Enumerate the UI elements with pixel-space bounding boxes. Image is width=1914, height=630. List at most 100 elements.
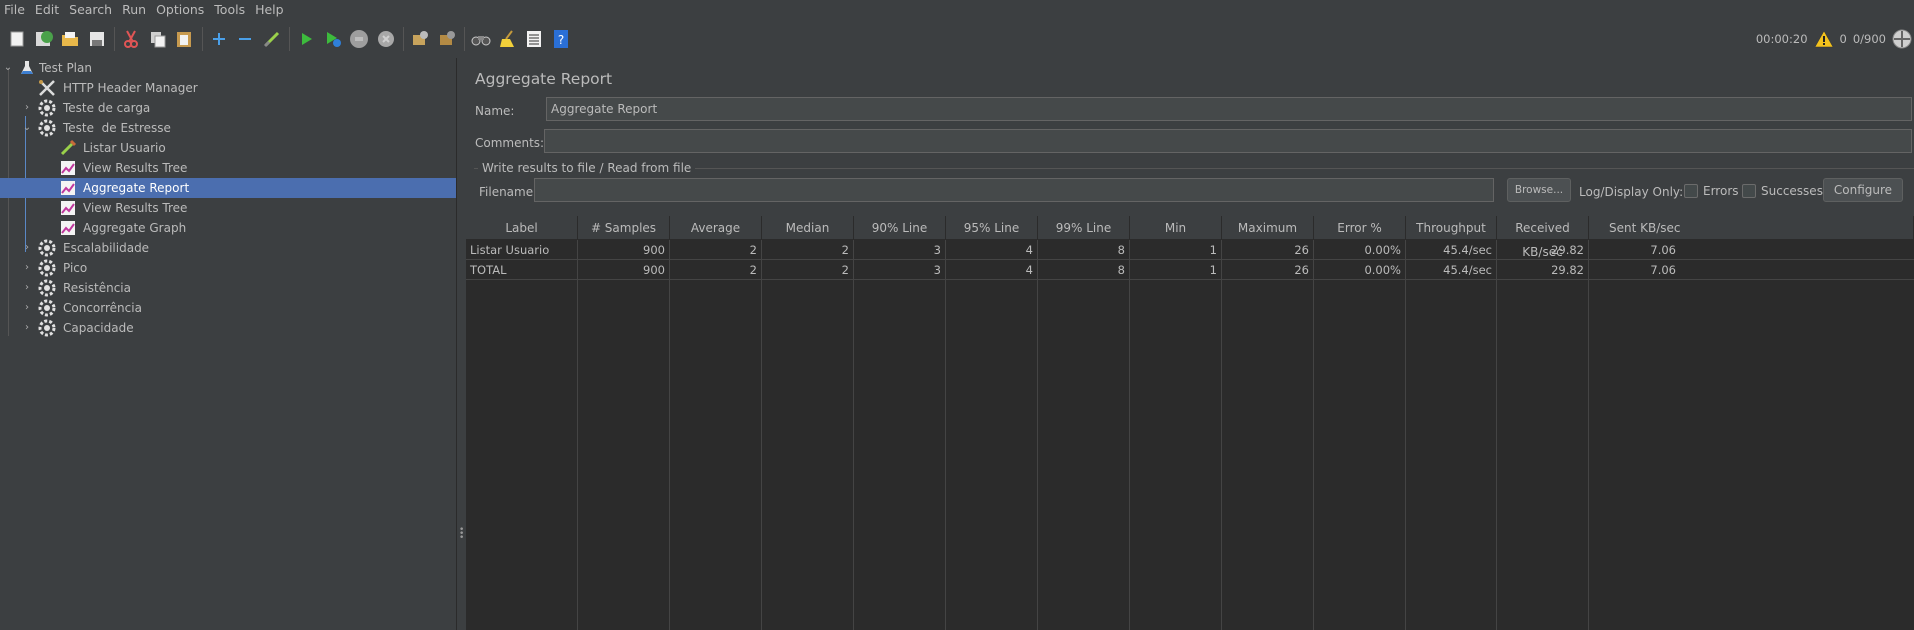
column-header-maximum[interactable]: Maximum <box>1222 216 1314 240</box>
column-header-sent[interactable]: Sent KB/sec <box>1589 216 1914 240</box>
templates-icon[interactable] <box>33 28 55 50</box>
toolbar-separator <box>114 27 115 51</box>
column-divider <box>853 240 854 630</box>
column-header-samples[interactable]: # Samples <box>578 216 670 240</box>
tree-item-capacidade[interactable]: › Capacidade <box>0 318 456 338</box>
gear-icon <box>38 279 56 297</box>
cell-90-line: 3 <box>933 263 941 277</box>
tree-item-pico[interactable]: › Pico <box>0 258 456 278</box>
cell-maximum: 26 <box>1294 243 1309 257</box>
start-icon[interactable] <box>295 28 317 50</box>
chevron-right-icon[interactable]: › <box>21 282 33 294</box>
tree-item-label: View Results Tree <box>83 161 188 175</box>
tree-item-label: Pico <box>63 261 88 275</box>
column-header-95-line[interactable]: 95% Line <box>946 216 1038 240</box>
column-header-90-line[interactable]: 90% Line <box>854 216 946 240</box>
tree-item-label: Escalabilidade <box>63 241 150 255</box>
file-group-title: Write results to file / Read from file <box>478 161 696 175</box>
tree-item-concorrencia[interactable]: › Concorrência <box>0 298 456 318</box>
name-field[interactable]: Aggregate Report <box>546 97 1912 121</box>
tree-item-http-header-manager[interactable]: HTTP Header Manager <box>0 78 456 98</box>
gear-icon <box>38 319 56 337</box>
tree-item-label: Concorrência <box>63 301 142 315</box>
new-icon[interactable] <box>6 28 28 50</box>
remote-start-icon[interactable] <box>409 28 431 50</box>
chevron-right-icon[interactable]: › <box>21 102 33 114</box>
cell-95-line: 4 <box>1025 243 1033 257</box>
chevron-right-icon[interactable]: › <box>21 262 33 274</box>
menu-edit[interactable]: Edit <box>30 0 64 20</box>
tree-item-label: Aggregate Graph <box>83 221 187 235</box>
filename-field[interactable] <box>534 178 1494 202</box>
menu-bar: File Edit Search Run Options Tools Help <box>0 0 1914 20</box>
successes-checkbox[interactable] <box>1742 184 1756 198</box>
clear-broom-icon[interactable] <box>497 28 519 50</box>
stop-icon[interactable] <box>348 28 370 50</box>
tree-item-resistencia[interactable]: › Resistência <box>0 278 456 298</box>
column-header-label[interactable]: Label <box>466 216 578 240</box>
copy-icon[interactable] <box>147 28 169 50</box>
menu-search[interactable]: Search <box>64 0 117 20</box>
function-helper-icon[interactable] <box>523 28 545 50</box>
cut-icon[interactable] <box>120 28 142 50</box>
help-icon[interactable]: ? <box>550 28 572 50</box>
tree-item-view-results-tree[interactable]: View Results Tree <box>0 158 456 178</box>
menu-options[interactable]: Options <box>151 0 209 20</box>
column-header-99-line[interactable]: 99% Line <box>1038 216 1130 240</box>
tree-item-label: Capacidade <box>63 321 134 335</box>
search-binoculars-icon[interactable] <box>470 28 492 50</box>
expand-all-icon[interactable] <box>208 28 230 50</box>
menu-help[interactable]: Help <box>250 0 289 20</box>
chevron-right-icon[interactable]: › <box>21 322 33 334</box>
tree-item-teste-de-estresse[interactable]: ⌄ Teste de Estresse <box>0 118 456 138</box>
tree-item-aggregate-graph[interactable]: Aggregate Graph <box>0 218 456 238</box>
tree-item-escalabilidade[interactable]: › Escalabilidade <box>0 238 456 258</box>
shutdown-icon[interactable] <box>375 28 397 50</box>
remote-globe-icon[interactable] <box>1892 29 1912 49</box>
column-header-throughput[interactable]: Throughput <box>1406 216 1497 240</box>
chevron-down-icon[interactable]: ⌄ <box>2 62 14 74</box>
column-divider <box>1313 240 1314 630</box>
comments-field[interactable] <box>544 129 1912 153</box>
tree-item-aggregate-report[interactable]: Aggregate Report <box>0 178 456 198</box>
paste-icon[interactable] <box>173 28 195 50</box>
graph-icon <box>59 179 77 197</box>
tree-item-listar-usuario[interactable]: Listar Usuario <box>0 138 456 158</box>
menu-file[interactable]: File <box>0 0 30 20</box>
tree-item-label: Resistência <box>63 281 131 295</box>
chevron-down-icon[interactable]: ⌄ <box>21 122 33 134</box>
menu-tools[interactable]: Tools <box>209 0 250 20</box>
column-header-min[interactable]: Min <box>1130 216 1222 240</box>
tree-item-label: HTTP Header Manager <box>63 81 198 95</box>
flask-icon <box>18 59 36 77</box>
column-header-received[interactable]: Received KB/sec <box>1497 216 1589 259</box>
save-icon[interactable] <box>86 28 108 50</box>
cell-average: 2 <box>749 243 757 257</box>
toggle-icon[interactable] <box>261 28 283 50</box>
table-row[interactable]: Listar Usuario 900 2 2 3 4 8 1 26 0.00% … <box>466 240 1914 260</box>
browse-button[interactable]: Browse... <box>1507 178 1571 202</box>
cell-90-line: 3 <box>933 243 941 257</box>
remote-stop-icon[interactable] <box>436 28 458 50</box>
collapse-all-icon[interactable] <box>234 28 256 50</box>
table-row[interactable]: TOTAL 900 2 2 3 4 8 1 26 0.00% 45.4/sec … <box>466 260 1914 280</box>
column-header-error[interactable]: Error % <box>1314 216 1406 240</box>
splitter-grip-icon[interactable]: • • • <box>459 526 464 543</box>
errors-checkbox[interactable] <box>1684 184 1698 198</box>
column-header-average[interactable]: Average <box>670 216 762 240</box>
tree-item-view-results-tree-2[interactable]: View Results Tree <box>0 198 456 218</box>
column-header-median[interactable]: Median <box>762 216 854 240</box>
splitter-handle[interactable]: • • • <box>456 58 464 630</box>
chevron-right-icon[interactable]: › <box>21 302 33 314</box>
tree-item-teste-de-carga[interactable]: › Teste de carga <box>0 98 456 118</box>
tree-item-test-plan[interactable]: ⌄ Test Plan <box>0 58 456 78</box>
menu-run[interactable]: Run <box>117 0 151 20</box>
configure-button[interactable]: Configure <box>1823 178 1903 202</box>
start-no-pauses-icon[interactable] <box>322 28 344 50</box>
active-threads: 0/900 <box>1852 32 1886 46</box>
chevron-right-icon[interactable]: › <box>21 242 33 254</box>
column-divider <box>1037 240 1038 630</box>
warning-icon[interactable] <box>1814 30 1834 48</box>
open-icon[interactable] <box>59 28 81 50</box>
toolbar-separator <box>289 27 290 51</box>
